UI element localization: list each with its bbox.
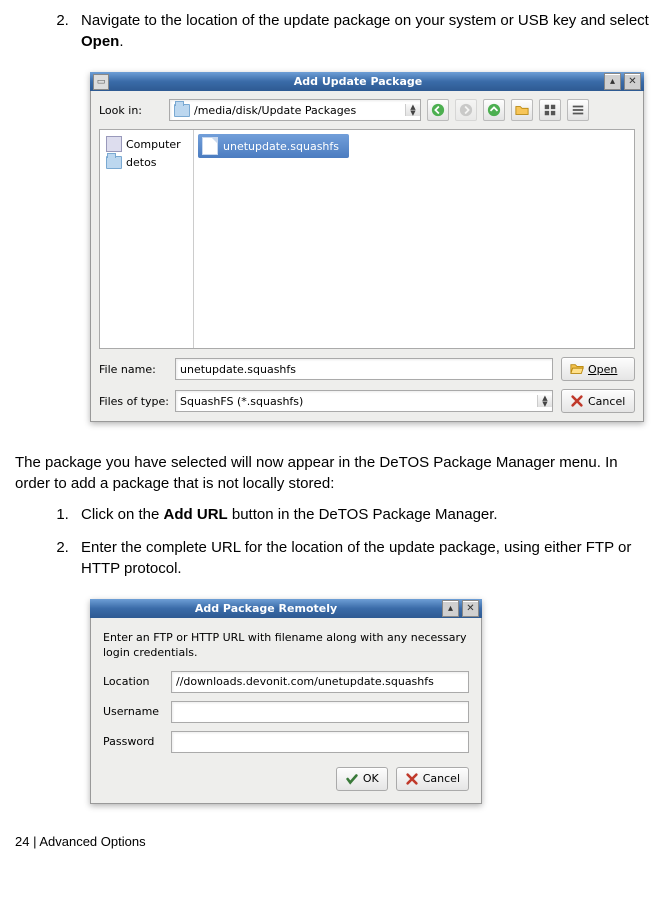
open-folder-icon [570, 362, 584, 376]
sidebar-item-computer[interactable]: Computer [104, 134, 189, 154]
add-update-package-dialog: ▭ Add Update Package ▴ ✕ Look in: /media… [90, 72, 644, 422]
ok-button[interactable]: OK [336, 767, 388, 791]
folder-icon [174, 104, 190, 117]
ok-label: OK [363, 771, 379, 786]
filetype-label: Files of type: [99, 395, 167, 408]
password-label: Password [103, 734, 161, 749]
sidebar-item-detos[interactable]: detos [104, 154, 189, 171]
lookin-row: Look in: /media/disk/Update Packages ▲▼ [99, 99, 635, 121]
add-package-remotely-dialog: Add Package Remotely ▴ ✕ Enter an FTP or… [90, 599, 482, 804]
username-input[interactable] [171, 701, 469, 723]
cancel-label: Cancel [423, 771, 460, 786]
file-icon [202, 137, 218, 155]
li2-text: Enter the complete URL for the location … [81, 539, 631, 577]
dialog-titlebar: Add Package Remotely ▴ ✕ [90, 599, 482, 618]
dialog-body: Enter an FTP or HTTP URL with filename a… [90, 618, 482, 804]
grid-view-button[interactable] [539, 99, 561, 121]
username-row: Username [103, 701, 469, 723]
app-icon: ▭ [93, 74, 109, 90]
new-folder-button[interactable] [511, 99, 533, 121]
step2-text-post: . [119, 33, 123, 50]
filename-row: File name: unetupdate.squashfs Open [99, 357, 635, 381]
cancel-icon [570, 394, 584, 408]
location-input[interactable]: //downloads.devonit.com/unetupdate.squas… [171, 671, 469, 693]
lookin-value: /media/disk/Update Packages [194, 104, 356, 117]
filetype-value: SquashFS (*.squashfs) [176, 395, 307, 408]
li1-post: button in the DeTOS Package Manager. [228, 506, 498, 523]
close-button[interactable]: ✕ [624, 73, 641, 90]
file-browser-pane: Computer detos unetupdate.squashfs [99, 129, 635, 349]
computer-icon [106, 136, 122, 152]
dialog-body: Look in: /media/disk/Update Packages ▲▼ [90, 91, 644, 422]
filename-value: unetupdate.squashfs [180, 363, 296, 376]
step2-text-pre: Navigate to the location of the update p… [81, 12, 649, 29]
maximize-button[interactable]: ▴ [442, 600, 459, 617]
step2-bold: Open [81, 33, 119, 50]
folder-icon [106, 156, 122, 169]
filetype-combo[interactable]: SquashFS (*.squashfs) ▲▼ [175, 390, 553, 412]
sidebar-label: detos [126, 156, 157, 169]
combo-spinner[interactable]: ▲▼ [405, 104, 420, 116]
username-label: Username [103, 704, 161, 719]
file-list[interactable]: unetupdate.squashfs [194, 130, 634, 348]
location-row: Location //downloads.devonit.com/unetupd… [103, 671, 469, 693]
cancel-button[interactable]: Cancel [396, 767, 469, 791]
up-button[interactable] [483, 99, 505, 121]
file-name: unetupdate.squashfs [223, 140, 339, 153]
selected-file-item[interactable]: unetupdate.squashfs [198, 134, 349, 158]
open-label: Open [588, 363, 617, 376]
dialog-titlebar: ▭ Add Update Package ▴ ✕ [90, 72, 644, 91]
back-button[interactable] [427, 99, 449, 121]
places-sidebar: Computer detos [100, 130, 194, 348]
filename-label: File name: [99, 363, 167, 376]
cancel-icon [405, 772, 419, 786]
step-2: Navigate to the location of the update p… [73, 10, 652, 52]
location-label: Location [103, 674, 161, 689]
lookin-combo[interactable]: /media/disk/Update Packages ▲▼ [169, 99, 421, 121]
password-row: Password [103, 731, 469, 753]
maximize-button[interactable]: ▴ [604, 73, 621, 90]
close-button[interactable]: ✕ [462, 600, 479, 617]
forward-button[interactable] [455, 99, 477, 121]
filetype-row: Files of type: SquashFS (*.squashfs) ▲▼ … [99, 389, 635, 413]
page-footer: 24 | Advanced Options [15, 834, 652, 849]
sidebar-label: Computer [126, 138, 181, 151]
intro-paragraph: The package you have selected will now a… [15, 452, 652, 494]
password-input[interactable] [171, 731, 469, 753]
lookin-label: Look in: [99, 104, 142, 117]
dialog-title: Add Package Remotely [93, 602, 439, 615]
cancel-label: Cancel [588, 395, 625, 408]
location-value: //downloads.devonit.com/unetupdate.squas… [176, 674, 434, 689]
list-view-button[interactable] [567, 99, 589, 121]
cancel-button[interactable]: Cancel [561, 389, 635, 413]
dialog-button-row: OK Cancel [103, 767, 469, 791]
step-addurl-1: Click on the Add URL button in the DeTOS… [73, 504, 652, 525]
li1-pre: Click on the [81, 506, 164, 523]
combo-spinner[interactable]: ▲▼ [537, 395, 552, 407]
dialog-title: Add Update Package [115, 75, 601, 88]
step-addurl-2: Enter the complete URL for the location … [73, 537, 652, 579]
intro-text: Enter an FTP or HTTP URL with filename a… [103, 630, 469, 661]
li1-bold: Add URL [164, 506, 228, 523]
check-icon [345, 772, 359, 786]
filename-input[interactable]: unetupdate.squashfs [175, 358, 553, 380]
open-button[interactable]: Open [561, 357, 635, 381]
